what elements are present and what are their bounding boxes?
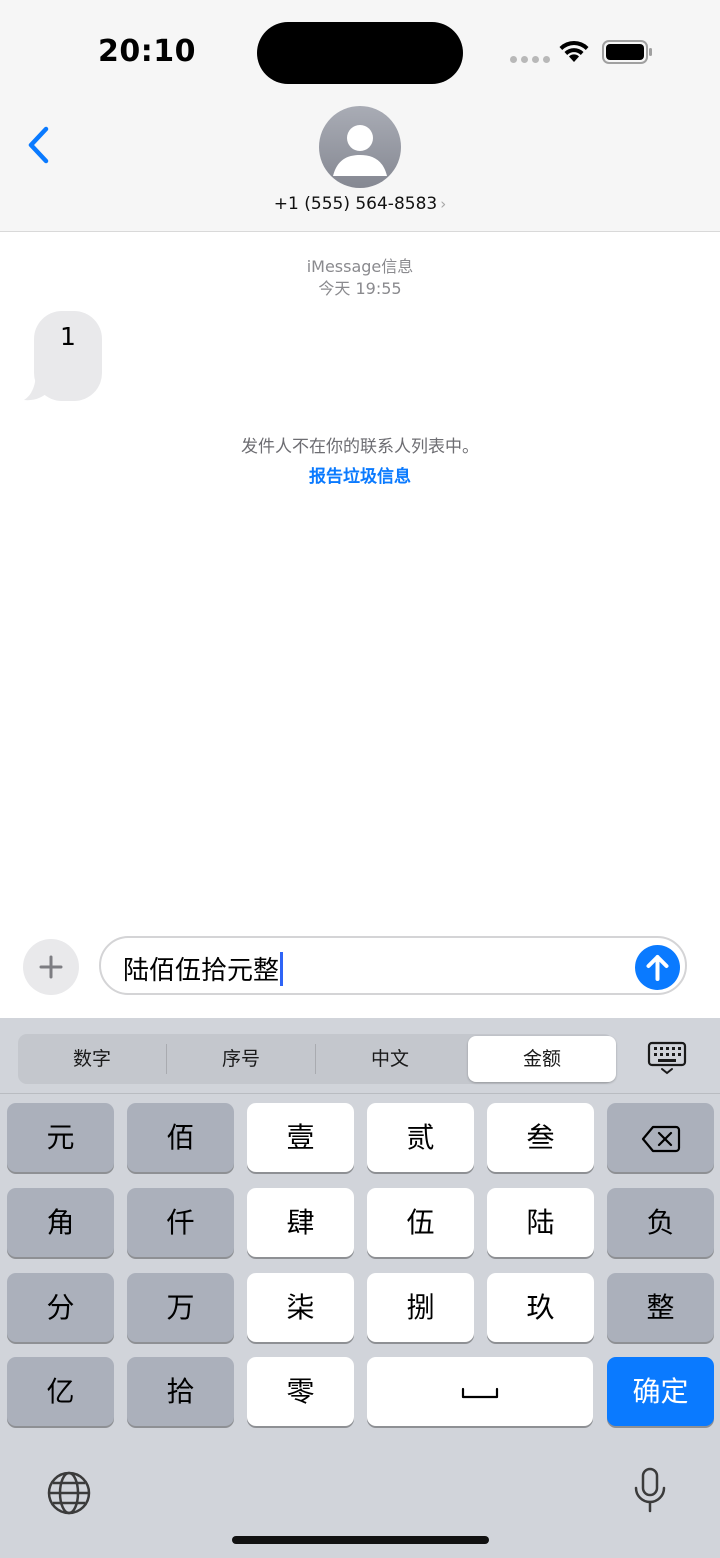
key-yi-1[interactable]: 壹: [247, 1103, 354, 1172]
mode-numbers[interactable]: 数字: [18, 1034, 166, 1084]
message-input[interactable]: 陆佰伍拾元整: [99, 936, 687, 995]
key-wan[interactable]: 万: [127, 1273, 234, 1342]
key-wu-5[interactable]: 伍: [367, 1188, 474, 1257]
key-ling-0[interactable]: 零: [247, 1357, 354, 1426]
contact-phone: +1 (555) 564-8583: [273, 194, 438, 214]
person-icon: [333, 125, 387, 176]
key-fu-negative[interactable]: 负: [607, 1188, 714, 1257]
send-button[interactable]: [635, 945, 680, 990]
cellular-signal-icon: [510, 56, 550, 63]
wifi-icon: [559, 40, 589, 62]
key-zheng[interactable]: 整: [607, 1273, 714, 1342]
backspace-icon: [641, 1125, 680, 1153]
key-er-2[interactable]: 贰: [367, 1103, 474, 1172]
key-bai[interactable]: 佰: [127, 1103, 234, 1172]
message-timestamp: 今天 19:55: [318, 279, 402, 298]
nav-header: 20:10 +1 (555) 564-8583 ›: [0, 0, 720, 232]
microphone-icon[interactable]: [632, 1466, 668, 1516]
key-si-4[interactable]: 肆: [247, 1188, 354, 1257]
arrow-up-icon: [646, 955, 669, 981]
key-fen[interactable]: 分: [7, 1273, 114, 1342]
chevron-right-icon: ›: [440, 195, 447, 213]
key-qian[interactable]: 仟: [127, 1188, 234, 1257]
key-jiu-9[interactable]: 玖: [487, 1273, 594, 1342]
back-chevron-icon[interactable]: [22, 122, 62, 168]
service-label: iMessage信息: [306, 257, 414, 276]
key-qi-7[interactable]: 柒: [247, 1273, 354, 1342]
unknown-sender-notice: 发件人不在你的联系人列表中。: [241, 437, 479, 457]
report-junk-link[interactable]: 报告垃圾信息: [0, 462, 720, 487]
message-text: 1: [60, 322, 76, 351]
add-attachment-button[interactable]: [23, 939, 79, 995]
keyboard-mode-switcher: 数字 序号 中文 金额: [18, 1034, 616, 1084]
keyboard-icon[interactable]: [646, 1038, 688, 1078]
home-indicator[interactable]: [232, 1536, 489, 1544]
mode-ordinal[interactable]: 序号: [167, 1034, 315, 1084]
key-jiao[interactable]: 角: [7, 1188, 114, 1257]
mode-amount[interactable]: 金额: [468, 1036, 616, 1082]
status-time: 20:10: [98, 34, 196, 69]
key-yi-hundred-million[interactable]: 亿: [7, 1357, 114, 1426]
contact-avatar[interactable]: [319, 106, 401, 188]
key-san-3[interactable]: 叁: [487, 1103, 594, 1172]
space-icon: [461, 1387, 499, 1399]
delete-key[interactable]: [607, 1103, 714, 1172]
key-ba-8[interactable]: 捌: [367, 1273, 474, 1342]
battery-icon: [602, 40, 652, 64]
globe-icon[interactable]: [46, 1470, 92, 1516]
contact-name[interactable]: +1 (555) 564-8583 ›: [0, 194, 720, 214]
key-liu-6[interactable]: 陆: [487, 1188, 594, 1257]
message-input-value: 陆佰伍拾元整: [123, 956, 280, 986]
space-key[interactable]: [367, 1357, 593, 1426]
key-yuan[interactable]: 元: [7, 1103, 114, 1172]
text-caret: [280, 951, 284, 986]
plus-icon: [39, 955, 63, 979]
confirm-button[interactable]: 确定: [607, 1357, 714, 1426]
dynamic-island: [257, 22, 463, 84]
key-shi[interactable]: 拾: [127, 1357, 234, 1426]
mode-chinese[interactable]: 中文: [316, 1034, 464, 1084]
keyboard: 数字 序号 中文 金额 元 佰 壹 贰 叁 角 仟 肆 伍 陆 负 分 万 柒 …: [0, 1018, 720, 1558]
